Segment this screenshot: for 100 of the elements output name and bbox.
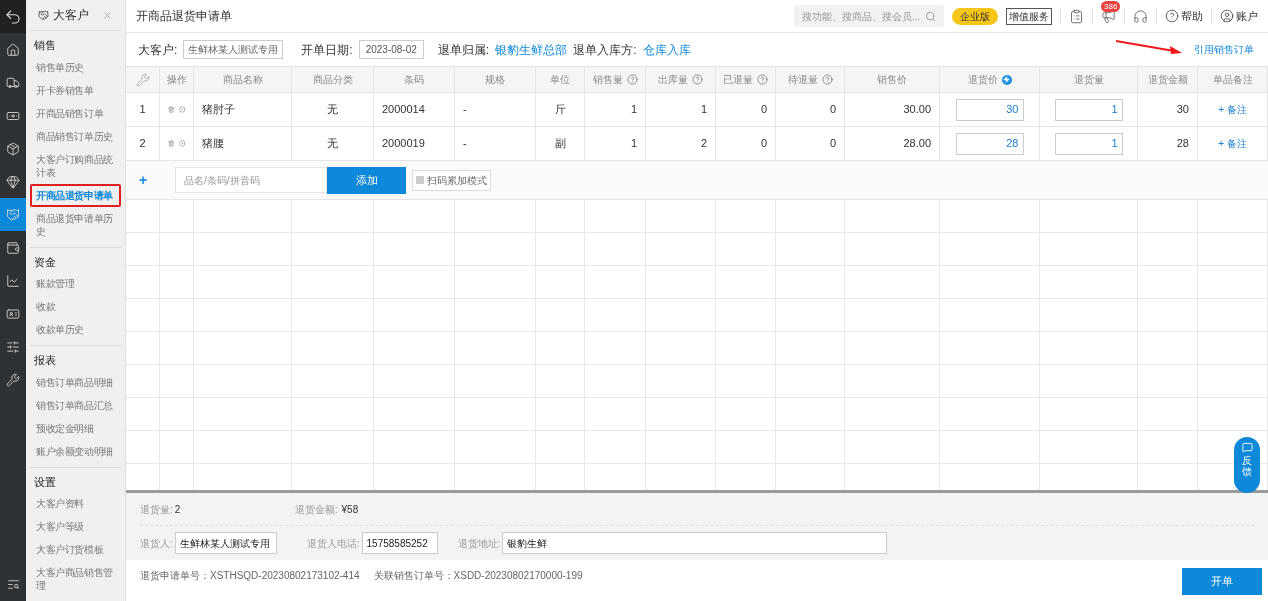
chart-icon (6, 273, 20, 288)
section-title: 销售 (33, 38, 57, 53)
sidebar-item[interactable]: 账款管理 (30, 272, 121, 295)
sidebar-item[interactable]: 大客户资料 (30, 492, 121, 515)
store-link[interactable]: 银豹生鲜总部 (495, 40, 568, 59)
field-label: 退单入库方: (573, 41, 637, 59)
search-icon[interactable] (925, 10, 936, 22)
date-field[interactable]: 2023-08-02 (358, 40, 424, 59)
column-header: 退货金额 (1147, 73, 1188, 87)
delete-icon[interactable] (168, 104, 175, 115)
table-cell-text: 1 (700, 102, 707, 118)
notification-badge: 386 (1101, 0, 1121, 12)
delete-icon[interactable] (168, 138, 175, 149)
table-cell-text: 0 (829, 102, 836, 118)
gem-icon (6, 174, 20, 189)
account-icon[interactable] (1220, 9, 1234, 23)
table-cell-text: 0 (760, 136, 767, 152)
table-cell-text: 0 (829, 136, 836, 152)
help-link[interactable]: 帮助 (1181, 7, 1203, 25)
table-cell-text: 2000014 (382, 102, 425, 118)
field-label: 开单日期: (301, 41, 353, 59)
qty-input[interactable]: 1 (1054, 98, 1123, 121)
account-link[interactable]: 账户 (1236, 7, 1258, 25)
table-cell-text: 2 (700, 136, 707, 152)
add-icon[interactable]: + (126, 169, 160, 191)
sidebar-item[interactable]: 销售单历史 (30, 55, 121, 79)
table-cell-text: 斤 (554, 102, 566, 118)
clipboard-icon[interactable] (1069, 8, 1084, 24)
logo-icon (4, 7, 22, 26)
handshake-icon (6, 207, 20, 222)
qty-input[interactable]: 1 (1054, 132, 1123, 155)
search-field[interactable]: 搜功能、搜商品、搜会员... (794, 5, 944, 27)
sidebar-item[interactable]: 大客户订货模板 (30, 538, 121, 561)
sidebar-item[interactable]: 开商品退货申请单 (30, 183, 121, 207)
sidebar-item[interactable]: 预收定金明细 (30, 416, 121, 440)
table-cell-text: 1 (630, 136, 637, 152)
sidebar-item[interactable]: 大客户等级 (30, 515, 121, 538)
table-cell-text: 2000019 (382, 136, 425, 152)
feedback-button[interactable]: 反馈 (1234, 437, 1260, 493)
table-cell-text: 无 (327, 102, 338, 118)
sidebar-item[interactable]: 开商品销售订单 (30, 101, 121, 125)
phone-field[interactable]: 15758585252 (361, 532, 438, 554)
submit-button[interactable]: 开单 (1182, 568, 1262, 595)
warehouse-link[interactable]: 仓库入库 (642, 40, 691, 59)
column-header: 条码 (404, 73, 424, 87)
help-icon[interactable] (692, 74, 703, 85)
section-title: 资金 (33, 254, 57, 270)
detail-icon[interactable] (178, 104, 185, 115)
help-icon[interactable] (1165, 9, 1179, 23)
price-input[interactable]: 30 (955, 98, 1024, 121)
table-cell-text: 猪肘子 (202, 102, 235, 118)
help-icon[interactable] (821, 74, 833, 85)
section-title: 报表 (33, 353, 57, 368)
table-cell-text: 28 (1176, 136, 1189, 152)
returner-field[interactable]: 生鲜林某人测试专用 (174, 532, 277, 554)
table-cell-text: 1 (630, 102, 637, 118)
help-icon[interactable] (626, 74, 638, 85)
customer-field[interactable]: 生鲜林某人测试专用 (183, 40, 284, 59)
tools-icon (6, 372, 20, 387)
sidebar-item[interactable]: 大客户订购商品统计表 (30, 147, 121, 184)
row-number: 1 (139, 102, 146, 118)
address-field[interactable]: 银豹生鲜 (502, 532, 888, 554)
column-header: 单位 (550, 73, 570, 87)
add-button[interactable]: 添加 (327, 166, 406, 194)
sidebar-item[interactable]: 销售订单商品汇总 (30, 393, 121, 417)
page-title: 开商品退货申请单 (136, 8, 232, 25)
lightning-icon[interactable] (1001, 74, 1012, 85)
table-cell-text: - (463, 136, 467, 152)
table-cell-text: 0 (760, 102, 767, 118)
sidebar-item[interactable]: 开卡券销售单 (30, 78, 121, 102)
sidebar-item[interactable]: 商品销售订单历史 (30, 124, 121, 148)
help-icon[interactable] (757, 74, 768, 85)
product-search-field[interactable]: 品名/条码/拼音码 (175, 167, 327, 193)
remark-link[interactable]: + 备注 (1218, 102, 1247, 117)
message-icon (1241, 442, 1253, 453)
headset-icon[interactable] (1133, 8, 1148, 24)
home-icon (6, 42, 20, 57)
search-list-icon[interactable] (6, 578, 20, 591)
sidebar-title: 大客户 (53, 7, 89, 24)
field-label: 退货人电话: (306, 536, 360, 551)
table-cell-text: 副 (554, 136, 566, 152)
service-link[interactable]: 增值服务 (1006, 7, 1052, 25)
section-title: 设置 (33, 474, 57, 490)
remark-link[interactable]: + 备注 (1218, 136, 1247, 151)
related-order-number: 关联销售订单号：XSDD-20230802170000-199 (373, 569, 583, 583)
table-cell-text: 30 (1176, 102, 1189, 118)
column-header: 待退量 (787, 73, 818, 87)
sidebar-item[interactable]: 账户余额变动明细 (30, 439, 121, 463)
scan-mode-checkbox[interactable]: 扫码累加模式 (412, 169, 491, 191)
price-input[interactable]: 28 (955, 132, 1024, 155)
sidebar-item[interactable]: 销售订单商品明细 (30, 370, 121, 394)
sidebar-item[interactable]: 收款 (30, 295, 121, 318)
reference-order-link[interactable]: 引用销售订单 (1194, 42, 1254, 57)
field-label: 退单归属: (437, 41, 490, 59)
column-header: 已退量 (723, 73, 753, 87)
sidebar-item[interactable]: 大客户商品销售管理 (30, 561, 121, 597)
sidebar-item[interactable]: 收款单历史 (30, 318, 121, 341)
application-number: 退货申请单号：XSTHSQD-20230802173102-414 (140, 569, 360, 583)
detail-icon[interactable] (178, 138, 185, 149)
sidebar-item[interactable]: 商品退货申请单历史 (30, 206, 121, 243)
